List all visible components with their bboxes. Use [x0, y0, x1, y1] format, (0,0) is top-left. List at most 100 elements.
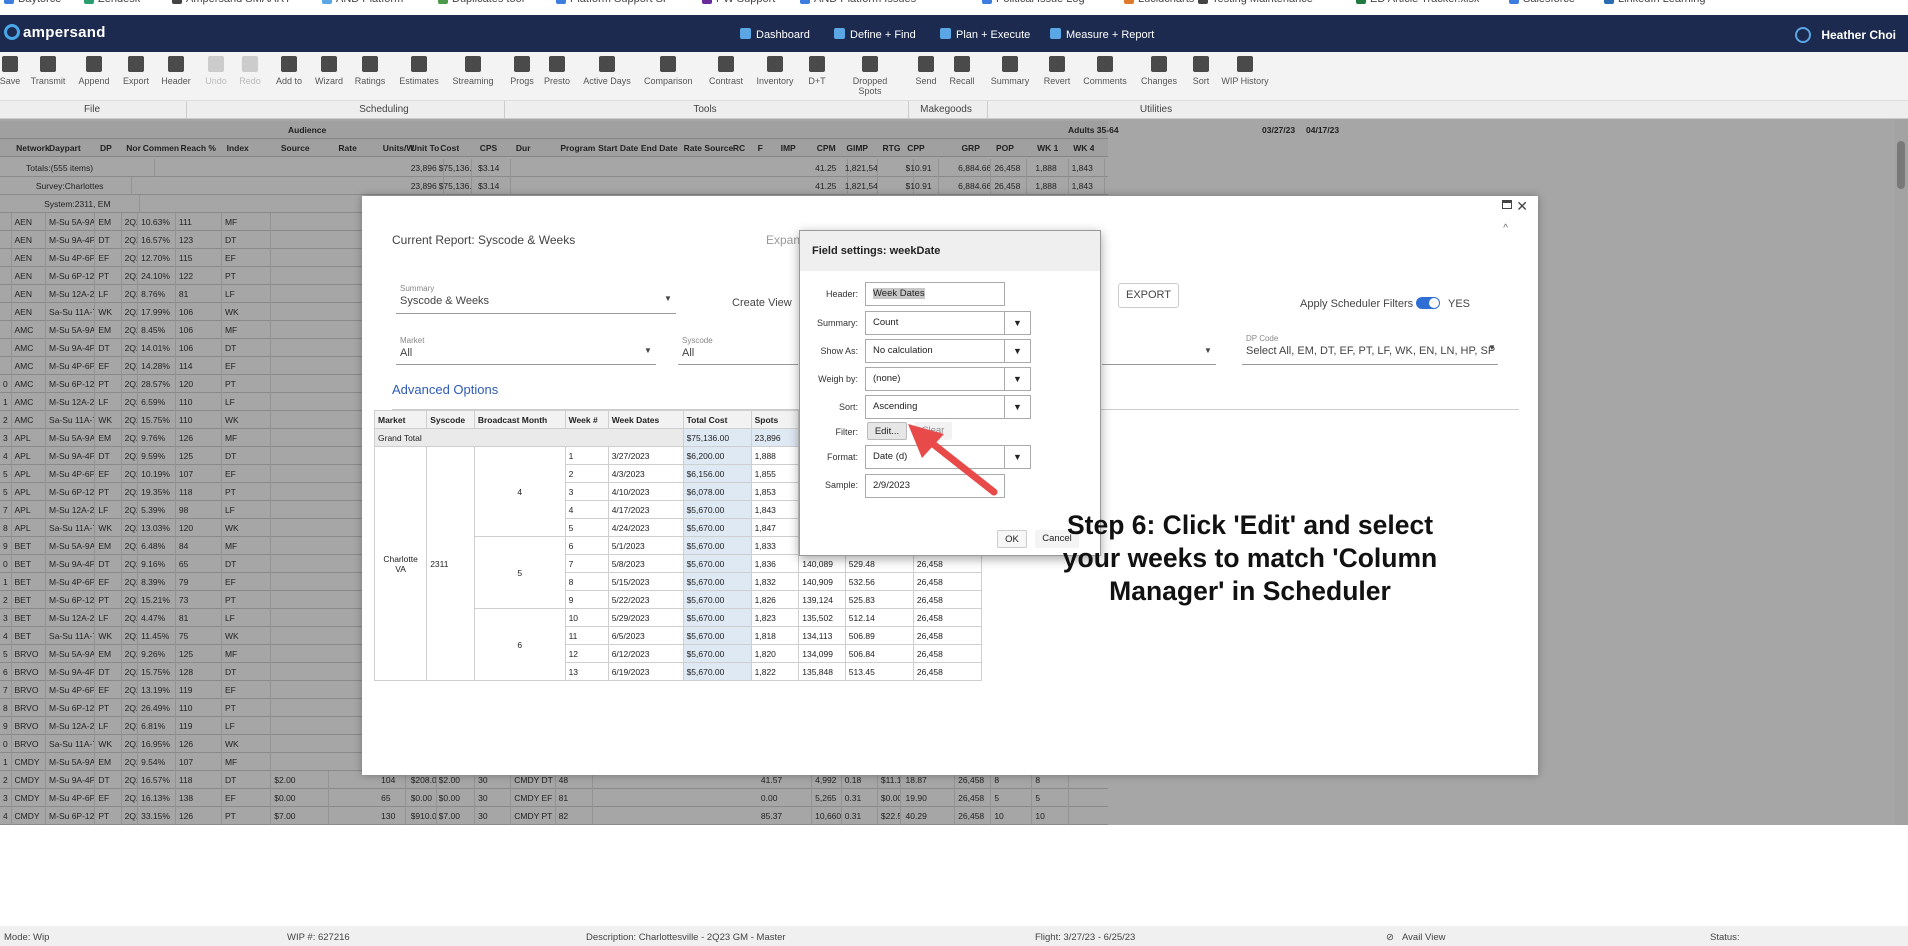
ribbon-button[interactable]: Estimates	[395, 56, 443, 86]
bookmark-item[interactable]: Salesforce	[1509, 0, 1575, 5]
bookmark-item[interactable]: Political Issue Log	[982, 0, 1085, 5]
ribbon-button[interactable]: Ratings	[346, 56, 394, 86]
nav-plan-execute[interactable]: Plan + Execute	[940, 28, 1030, 41]
dropdown-icon[interactable]: ▼	[1004, 340, 1030, 362]
ribbon-label: Ratings	[354, 76, 386, 86]
logo[interactable]: ampersand	[4, 24, 106, 41]
ribbon-button[interactable]: Comments	[1081, 56, 1129, 86]
apply-filters-toggle[interactable]	[1416, 297, 1440, 309]
bookmark-icon	[1198, 0, 1208, 5]
ribbon-button[interactable]: Recall	[938, 56, 986, 86]
export-button[interactable]: EXPORT	[1118, 283, 1179, 308]
maximize-icon[interactable]	[1502, 200, 1512, 209]
bookmark-item[interactable]: AND Platform	[322, 0, 403, 5]
dropdown-icon[interactable]: ▼	[1004, 396, 1030, 418]
nav-dashboard[interactable]: Dashboard	[740, 28, 810, 41]
header-input[interactable]: Week Dates	[865, 282, 1005, 306]
chevron-down-icon[interactable]: ▼	[1204, 346, 1212, 355]
bookmark-item[interactable]: Zendesk	[84, 0, 140, 5]
bookmark-item[interactable]: AND Platform Issues	[800, 0, 916, 5]
ribbon-label: Undo	[205, 76, 227, 86]
syscode-select[interactable]: All	[682, 347, 694, 359]
ribbon-button[interactable]: Sort	[1177, 56, 1225, 86]
ribbon-icon	[1002, 56, 1018, 72]
ribbon-button[interactable]: Dropped Spots	[846, 56, 894, 96]
nav-define-find[interactable]: Define + Find	[834, 28, 916, 41]
eye-off-icon[interactable]: ⊘	[1386, 932, 1394, 943]
bookmark-item[interactable]: PW Support	[702, 0, 775, 5]
ribbon-label: Append	[78, 76, 110, 86]
dropdown-icon[interactable]: ▼	[1004, 312, 1030, 334]
dp-select[interactable]: Select All, EM, DT, EF, PT, LF, WK, EN, …	[1246, 345, 1495, 357]
bookmark-item[interactable]: Testing Maintenance	[1198, 0, 1313, 5]
bookmark-label: Platform Support SP	[570, 0, 670, 5]
pivot-cell: 1,832	[750, 572, 800, 591]
pivot-cell: $5,670.00	[682, 590, 752, 609]
summary-select[interactable]: Syscode & Weeks	[400, 295, 489, 307]
dropdown-icon[interactable]: ▼	[1004, 368, 1030, 390]
grand-total-label: Grand Total	[374, 428, 684, 447]
pivot-header-cell[interactable]: Spots	[750, 410, 800, 429]
bookmark-item[interactable]: Lucidcharts	[1124, 0, 1194, 5]
market-select[interactable]: All	[400, 347, 412, 359]
ribbon-button[interactable]: Append	[70, 56, 118, 86]
close-icon[interactable]: ✕	[1516, 198, 1528, 215]
ribbon-button[interactable]: Presto	[533, 56, 581, 86]
summary-label: Summary	[400, 284, 435, 293]
bookmark-item[interactable]: Platform Support SP	[556, 0, 670, 5]
pivot-cell: 6	[564, 536, 609, 555]
summary-select[interactable]: Count ▼	[865, 311, 1031, 335]
nav-measure-report[interactable]: Measure + Report	[1050, 28, 1154, 41]
pivot-cell: 26,458	[912, 644, 983, 663]
pivot-cell: 4/10/2023	[607, 482, 684, 501]
bookmark-item[interactable]: Ampersand SMAART	[172, 0, 291, 5]
bookmark-item[interactable]: Baytorce	[4, 0, 61, 5]
ribbon-button[interactable]: Transmit	[24, 56, 72, 86]
ribbon-button[interactable]: Changes	[1135, 56, 1183, 86]
bookmark-icon	[800, 0, 810, 5]
chevron-down-icon[interactable]: ▼	[1488, 343, 1496, 352]
pivot-header-cell[interactable]: Week #	[564, 410, 609, 429]
weigh-select[interactable]: (none) ▼	[865, 367, 1031, 391]
pivot-header-cell[interactable]: Market	[373, 410, 428, 429]
user-menu[interactable]: Heather Choi	[1795, 27, 1896, 43]
pivot-cell: 529.48	[844, 554, 914, 573]
ribbon-label: Revert	[1043, 76, 1071, 86]
ribbon-button[interactable]: Revert	[1033, 56, 1081, 86]
pivot-cell: $5,670.00	[682, 626, 752, 645]
bookmark-icon	[982, 0, 992, 5]
chevron-up-icon[interactable]: ^	[1503, 223, 1508, 234]
pivot-cell: 5/1/2023	[607, 536, 684, 555]
bookmark-label: Lucidcharts	[1138, 0, 1194, 5]
advanced-options-link[interactable]: Advanced Options	[392, 382, 498, 397]
sort-select[interactable]: Ascending ▼	[865, 395, 1031, 419]
toggle-knob	[1429, 298, 1439, 308]
pivot-header-cell[interactable]: Syscode	[426, 410, 475, 429]
bookmark-item[interactable]: Duplicates tool	[438, 0, 524, 5]
group-scheduling: Scheduling	[359, 104, 409, 115]
pivot-header-cell[interactable]: Week Dates	[607, 410, 684, 429]
ribbon-button[interactable]: Comparison	[644, 56, 693, 86]
pivot-header-cell[interactable]: Total Cost	[682, 410, 752, 429]
bookmarks-bar: Baytorce Zendesk Ampersand SMAART AND Platf…	[0, 0, 1908, 15]
ribbon-icon	[242, 56, 258, 72]
bookmark-icon	[1356, 0, 1366, 5]
ok-button[interactable]: OK	[997, 530, 1027, 548]
grand-total-cell: $75,136.00	[682, 428, 752, 447]
ribbon-button[interactable]: D+T	[793, 56, 841, 86]
pivot-header-cell[interactable]: Broadcast Month	[473, 410, 566, 429]
pivot-cell: 26,458	[912, 608, 983, 627]
bookmark-item[interactable]: LinkedIn Learning	[1604, 0, 1705, 5]
ribbon-button[interactable]: Inventory	[751, 56, 799, 86]
showas-select[interactable]: No calculation ▼	[865, 339, 1031, 363]
create-view-button[interactable]: Create View	[732, 297, 792, 309]
ribbon-button[interactable]: WIP History	[1221, 56, 1269, 86]
bookmark-item[interactable]: ED Article Tracker.xlsx	[1356, 0, 1479, 5]
ribbon-button[interactable]: Active Days	[583, 56, 631, 86]
ribbon-button[interactable]: Contrast	[702, 56, 750, 86]
ribbon-button[interactable]: Summary	[986, 56, 1034, 86]
ribbon-button[interactable]: Streaming	[449, 56, 497, 86]
chevron-down-icon[interactable]: ▼	[664, 294, 672, 303]
chevron-down-icon[interactable]: ▼	[644, 346, 652, 355]
avail-view-dropdown[interactable]: Avail View	[1402, 932, 1445, 943]
